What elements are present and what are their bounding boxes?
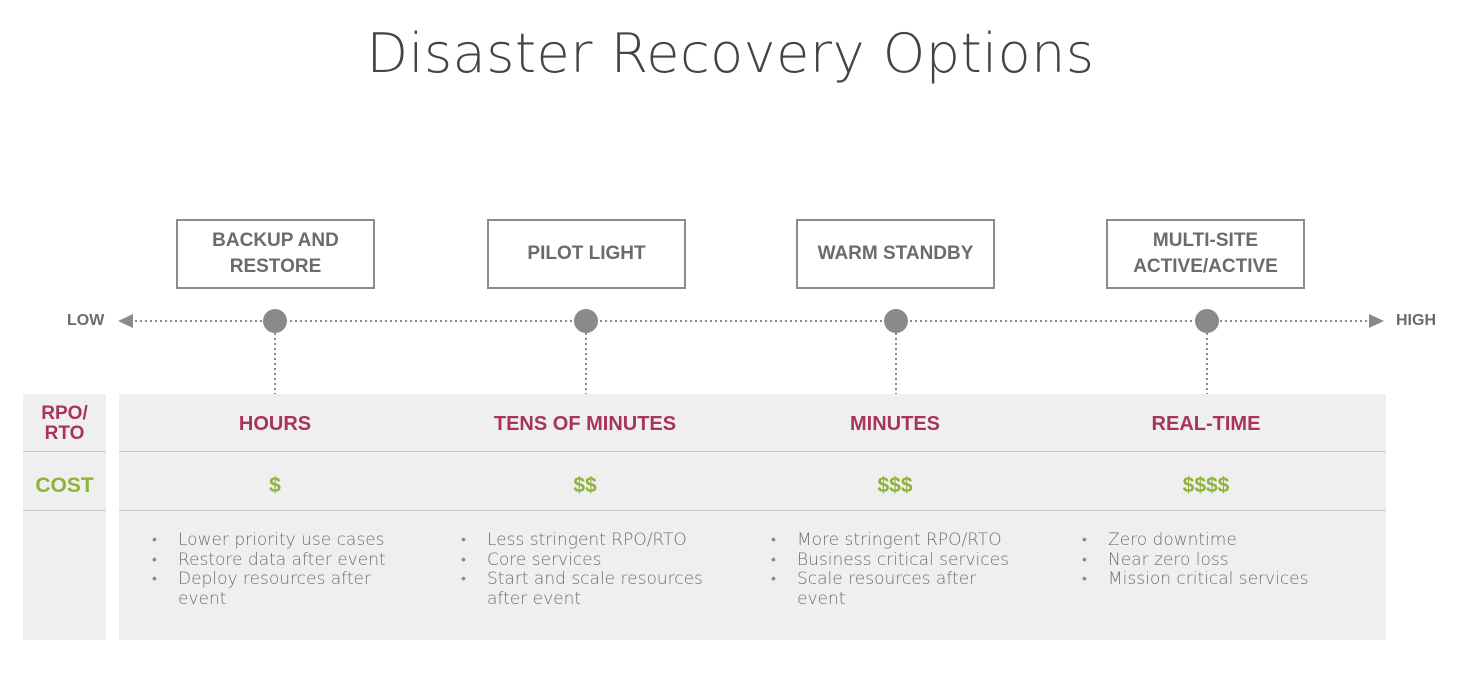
cost-value: $$$$: [1182, 474, 1230, 497]
timeline-node: [263, 309, 287, 333]
timeline-node: [884, 309, 908, 333]
feature-list: Zero downtime Near zero loss Mission cri…: [1078, 530, 1338, 590]
feature-item: Start and scale resources after event: [457, 569, 717, 609]
cost-value: $$$: [877, 474, 913, 497]
axis-high-label: HIGH: [1396, 312, 1436, 329]
rpo-rto-value: TENS OF MINUTES: [493, 413, 677, 435]
feature-item: Near zero loss: [1078, 550, 1338, 571]
feature-list: More stringent RPO/RTO Business critical…: [767, 530, 1027, 609]
timeline-node: [1195, 309, 1219, 333]
rpo-rto-value: HOURS: [238, 413, 312, 435]
feature-item: More stringent RPO/RTO: [767, 530, 1027, 551]
arrow-right-icon: [1369, 314, 1384, 328]
cost-value: $$: [573, 474, 597, 497]
rpo-rto-value: REAL-TIME: [1151, 413, 1261, 435]
feature-item: Zero downtime: [1078, 530, 1338, 551]
feature-item: Scale resources after event: [767, 569, 1027, 609]
feature-item: Deploy resources after event: [148, 569, 408, 609]
feature-item: Mission critical services: [1078, 569, 1338, 590]
feature-list: Less stringent RPO/RTO Core services Sta…: [457, 530, 717, 609]
cost-value: $: [269, 474, 281, 497]
feature-item: Less stringent RPO/RTO: [457, 530, 717, 551]
feature-item: Restore data after event: [148, 550, 408, 571]
arrow-left-icon: [118, 314, 133, 328]
feature-item: Lower priority use cases: [148, 530, 408, 551]
rpo-rto-label: RPO/ RTO: [41, 403, 88, 444]
rpo-rto-value: MINUTES: [850, 413, 940, 435]
timeline-node: [574, 309, 598, 333]
feature-item: Core services: [457, 550, 717, 571]
feature-list: Lower priority use cases Restore data af…: [148, 530, 408, 609]
axis-low-label: LOW: [67, 312, 105, 329]
cost-label: COST: [35, 474, 94, 497]
feature-item: Business critical services: [767, 550, 1027, 571]
